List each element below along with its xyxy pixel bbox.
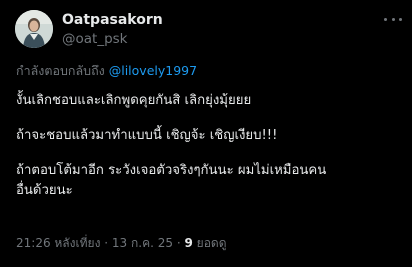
more-dot	[399, 17, 402, 21]
views-count: 9	[184, 236, 193, 250]
reply-prefix: กำลังตอบกลับถึง	[16, 63, 105, 78]
meta-separator: ·	[176, 236, 181, 250]
author-display-name[interactable]: Oatpasakorn	[62, 12, 163, 28]
tweet-card: Oatpasakorn @oat_psk กำลังตอบกลับถึง @li…	[0, 0, 412, 267]
meta-separator: ·	[104, 236, 109, 250]
reply-mention-link[interactable]: @lilovely1997	[109, 63, 197, 78]
more-dot	[384, 17, 387, 21]
tweet-meta: 21:26 หลังเที่ยง · 13 ก.ค. 25 · 9 ยอดดู	[16, 234, 227, 253]
tweet-paragraph-line: ถ้าตอบโต้มาอีก ระวังเจอตัวจริงๆกันนะ ผมไ…	[16, 163, 327, 178]
tweet-text: งั้นเลิกชอบและเลิกพูดคุยกันสิ เลิกยุ่งมุ…	[16, 91, 401, 216]
more-dot	[391, 17, 395, 21]
avatar-image	[15, 10, 53, 48]
tweet-time[interactable]: 21:26 หลังเที่ยง	[16, 236, 100, 250]
more-horizontal-icon[interactable]	[384, 16, 402, 22]
tweet-date[interactable]: 13 ก.ค. 25	[112, 236, 173, 250]
author-handle[interactable]: @oat_psk	[62, 31, 128, 47]
tweet-paragraph: ถ้าตอบโต้มาอีก ระวังเจอตัวจริงๆกันนะ ผมไ…	[16, 161, 401, 201]
tweet-paragraph-line: อื่นด้วยนะ	[16, 183, 73, 198]
avatar[interactable]	[15, 10, 53, 48]
tweet-paragraph: งั้นเลิกชอบและเลิกพูดคุยกันสิ เลิกยุ่งมุ…	[16, 93, 252, 108]
tweet-paragraph: ถ้าจะชอบแล้วมาทำแบบนี้ เชิญจ้ะ เชิญเงียบ…	[16, 128, 278, 143]
views-label: ยอดดู	[196, 236, 227, 250]
reply-context: กำลังตอบกลับถึง @lilovely1997	[16, 61, 197, 81]
